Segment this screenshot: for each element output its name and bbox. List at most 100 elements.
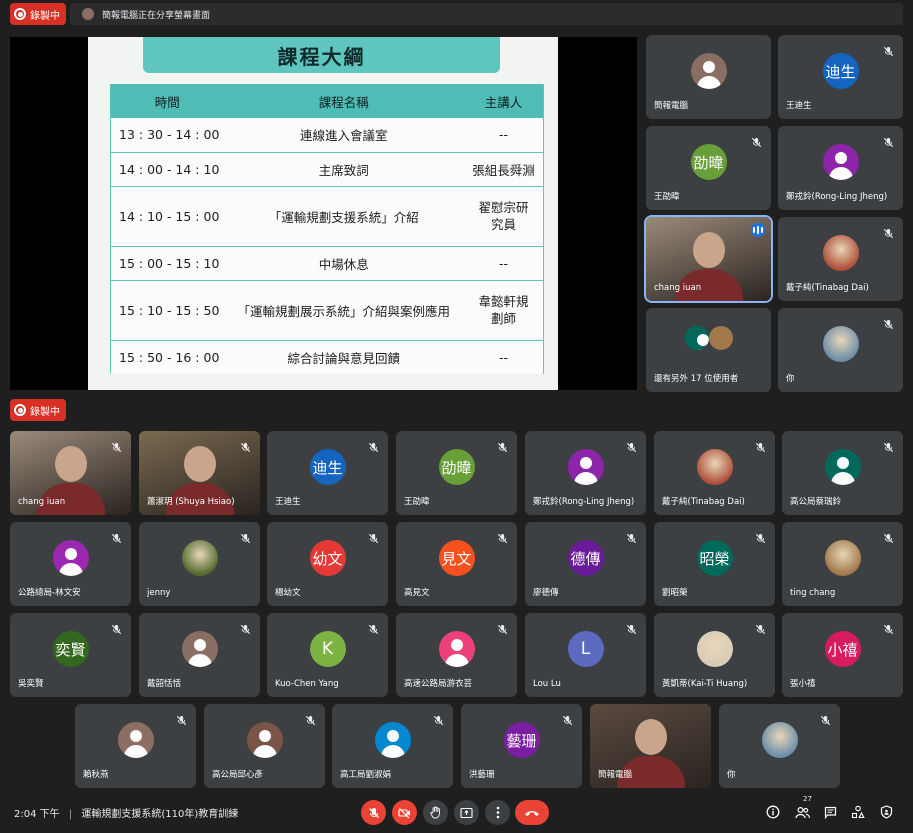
leave-call-button[interactable] (515, 800, 549, 825)
recording-badge[interactable]: 錄製中 (10, 399, 66, 421)
participant-tile[interactable]: 小禧 張小禧 (782, 613, 903, 697)
mic-off-icon (626, 529, 637, 544)
participant-tile[interactable]: jenny (139, 522, 260, 606)
camera-off-button[interactable] (392, 800, 417, 825)
participant-tile[interactable]: 鄭戎鈴(Rong-Ling Jheng) (525, 431, 646, 515)
more-options-button[interactable] (485, 800, 510, 825)
time-cell: 15 : 50 - 16 : 00 (110, 340, 224, 374)
avatar (52, 540, 89, 576)
participant-tile[interactable]: L Lou Lu (525, 613, 646, 697)
speaking-indicator-icon (751, 223, 765, 237)
participant-tile[interactable]: 迪生 王迪生 (778, 35, 903, 119)
present-icon (460, 807, 473, 818)
participant-tile[interactable]: 德傳 廖德傳 (525, 522, 646, 606)
info-icon (766, 805, 780, 819)
participant-tile[interactable]: 戴韶恬恬 (139, 613, 260, 697)
participant-name: 戴子純(Tinabag Dai) (786, 283, 869, 293)
participant-name: 你 (727, 770, 736, 780)
participant-tile[interactable]: 公路總局-林文安 (10, 522, 131, 606)
activities-button[interactable] (850, 804, 866, 820)
host-controls-button[interactable] (878, 804, 894, 820)
meeting-info-button[interactable] (765, 804, 781, 820)
participant-name: Lou Lu (533, 679, 561, 689)
participant-tile[interactable]: 戴子純(Tinabag Dai) (654, 431, 775, 515)
present-now-button[interactable] (454, 800, 479, 825)
participant-name: 高工局劉淑娟 (340, 770, 392, 780)
participant-tile[interactable]: 高公局蔡瑞鈴 (782, 431, 903, 515)
participant-tile[interactable]: 賴秋燕 (75, 704, 196, 788)
participant-name: chang iuan (654, 283, 702, 293)
recording-badge[interactable]: 錄製中 (10, 3, 66, 25)
participant-tile[interactable]: 幼文 楊幼文 (267, 522, 388, 606)
participant-tile[interactable]: 奕賢 吳奕賢 (10, 613, 131, 697)
participant-name: 王劭暐 (404, 497, 430, 507)
avatar (696, 449, 733, 485)
participant-tile[interactable]: 高公局邱心彥 (204, 704, 325, 788)
participant-tile[interactable]: 蕭淑玥 (Shuya Hsiao) (139, 431, 260, 515)
mic-off-icon (497, 438, 508, 453)
participant-count: 27 (803, 795, 812, 803)
mic-off-icon (883, 224, 894, 239)
participant-tile[interactable]: 劭暐王劭暐 (396, 431, 517, 515)
participant-tile[interactable]: 高工局劉淑娟 (332, 704, 453, 788)
participant-tile[interactable]: 戴子純(Tinabag Dai) (778, 217, 903, 301)
avatar: 劭暐 (438, 449, 475, 485)
avatar (117, 722, 154, 758)
table-row: 15 : 10 - 15 : 50 「運輸規劃展示系統」介紹與案例應用 韋懿軒規劃師 (110, 280, 544, 341)
participant-name: 王迪生 (786, 101, 812, 111)
mic-off-icon (562, 711, 573, 726)
table-header: 時間 (110, 84, 224, 118)
participant-tile[interactable]: K Kuo-Chen Yang (267, 613, 388, 697)
participant-name: 還有另外 17 位使用者 (654, 374, 739, 384)
participant-tile[interactable]: chang iuan (644, 215, 773, 303)
participant-tile[interactable]: ting chang (782, 522, 903, 606)
participant-tile[interactable]: 還有另外 17 位使用者 (646, 308, 771, 392)
mic-off-icon (755, 438, 766, 453)
people-button[interactable] (794, 804, 810, 820)
participant-tile[interactable]: 你 (719, 704, 840, 788)
clock: 2:04 下午 (14, 809, 60, 820)
meeting-details[interactable]: 2:04 下午 | 運輸規劃支援系統(110年)教育訓練 (14, 805, 238, 820)
mic-off-icon (176, 711, 187, 726)
participant-name: 蕭淑玥 (Shuya Hsiao) (147, 497, 235, 507)
participant-name: Kuo-Chen Yang (275, 679, 339, 689)
participant-name: jenny (147, 588, 171, 598)
mic-off-button[interactable] (361, 800, 386, 825)
participant-tile[interactable]: 簡報電腦 (646, 35, 771, 119)
avatar: 劭暐 (690, 144, 727, 180)
participant-tile[interactable]: 藝珊 洪藝珊 (461, 704, 582, 788)
mic-off-icon (883, 620, 894, 635)
raise-hand-button[interactable] (423, 800, 448, 825)
participant-tile[interactable]: 鄭戎鈴(Rong-Ling Jheng) (778, 126, 903, 210)
participant-tile[interactable]: 劭暐 王劭暐 (646, 126, 771, 210)
course-cell: 「運輸規劃展示系統」介紹與案例應用 (223, 280, 465, 341)
participant-tile[interactable]: 高速公路局游衣芸 (396, 613, 517, 697)
participant-tile[interactable]: 簡報電腦 (590, 704, 711, 788)
mic-off-icon (368, 529, 379, 544)
participant-tile[interactable]: 見文 高見文 (396, 522, 517, 606)
presentation-view[interactable]: 課程大綱 時間 課程名稱 主講人 13 : 30 - 14 : 00 連線進入會議… (10, 37, 637, 390)
participant-tile[interactable]: 你 (778, 308, 903, 392)
avatar: 奕賢 (52, 631, 89, 667)
hang-up-icon (525, 810, 539, 816)
avatar (708, 326, 733, 350)
mic-off-icon (883, 42, 894, 57)
table-row: 15 : 50 - 16 : 00 綜合討論與意見回饋 -- (110, 340, 544, 374)
mic-off-icon (883, 133, 894, 148)
participant-name: 王迪生 (275, 497, 301, 507)
mic-off-icon (240, 529, 251, 544)
participant-tile[interactable]: 昭榮 劉昭榮 (654, 522, 775, 606)
activities-icon (851, 805, 865, 819)
avatar: 小禧 (824, 631, 861, 667)
mic-off-icon (240, 620, 251, 635)
participant-name: 高速公路局游衣芸 (404, 679, 473, 689)
participant-tile[interactable]: 迪生 王迪生 (267, 431, 388, 515)
chat-button[interactable] (822, 804, 838, 820)
shield-icon (880, 805, 892, 819)
avatar: K (309, 631, 346, 667)
participant-tile[interactable]: chang iuan (10, 431, 131, 515)
table-row: 15 : 00 - 15 : 10 中場休息 -- (110, 246, 544, 281)
participant-name: 賴秋燕 (83, 770, 109, 780)
participant-tile[interactable]: 黃凱蒂(Kai-Ti Huang) (654, 613, 775, 697)
avatar: L (567, 631, 604, 667)
